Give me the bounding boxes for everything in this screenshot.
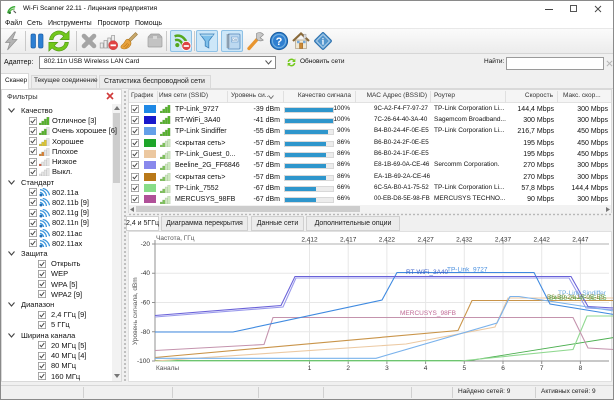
svg-text:-80: -80 xyxy=(141,329,151,336)
svg-text:RT-WiFi_3A40: RT-WiFi_3A40 xyxy=(406,269,449,276)
svg-text:2,412: 2,412 xyxy=(301,237,318,244)
svg-text:-20: -20 xyxy=(141,241,151,248)
svg-text:7: 7 xyxy=(540,365,544,372)
svg-text:?: ? xyxy=(276,36,283,48)
svg-text:Каналы: Каналы xyxy=(156,365,179,372)
svg-text:2,422: 2,422 xyxy=(379,237,396,244)
svg-text:Частота, ГГц: Частота, ГГц xyxy=(156,235,195,242)
svg-text:5: 5 xyxy=(462,365,466,372)
svg-text:3: 3 xyxy=(385,365,389,372)
svg-text:2,447: 2,447 xyxy=(572,237,589,244)
svg-text:i: i xyxy=(322,38,325,48)
svg-text:DV: DV xyxy=(232,38,238,42)
svg-text:-40: -40 xyxy=(141,270,151,277)
svg-text:1: 1 xyxy=(308,365,312,372)
svg-text:4: 4 xyxy=(424,365,428,372)
svg-text:-60: -60 xyxy=(141,300,151,307)
svg-text:2,432: 2,432 xyxy=(456,237,473,244)
svg-text:-100: -100 xyxy=(137,358,150,365)
svg-text:TP-Link_9727: TP-Link_9727 xyxy=(447,267,488,274)
svg-text:2,442: 2,442 xyxy=(534,237,551,244)
svg-text:MERCUSYS_98FB: MERCUSYS_98FB xyxy=(400,310,456,317)
svg-text:2,417: 2,417 xyxy=(340,237,357,244)
svg-text:2,427: 2,427 xyxy=(417,237,434,244)
svg-text:6: 6 xyxy=(501,365,505,372)
svg-text:8: 8 xyxy=(579,365,583,372)
svg-text:2,437: 2,437 xyxy=(495,237,512,244)
svg-text:2: 2 xyxy=(346,365,350,372)
svg-text:B4-B0-24-4F-0E-E5: B4-B0-24-4F-0E-E5 xyxy=(549,295,607,302)
